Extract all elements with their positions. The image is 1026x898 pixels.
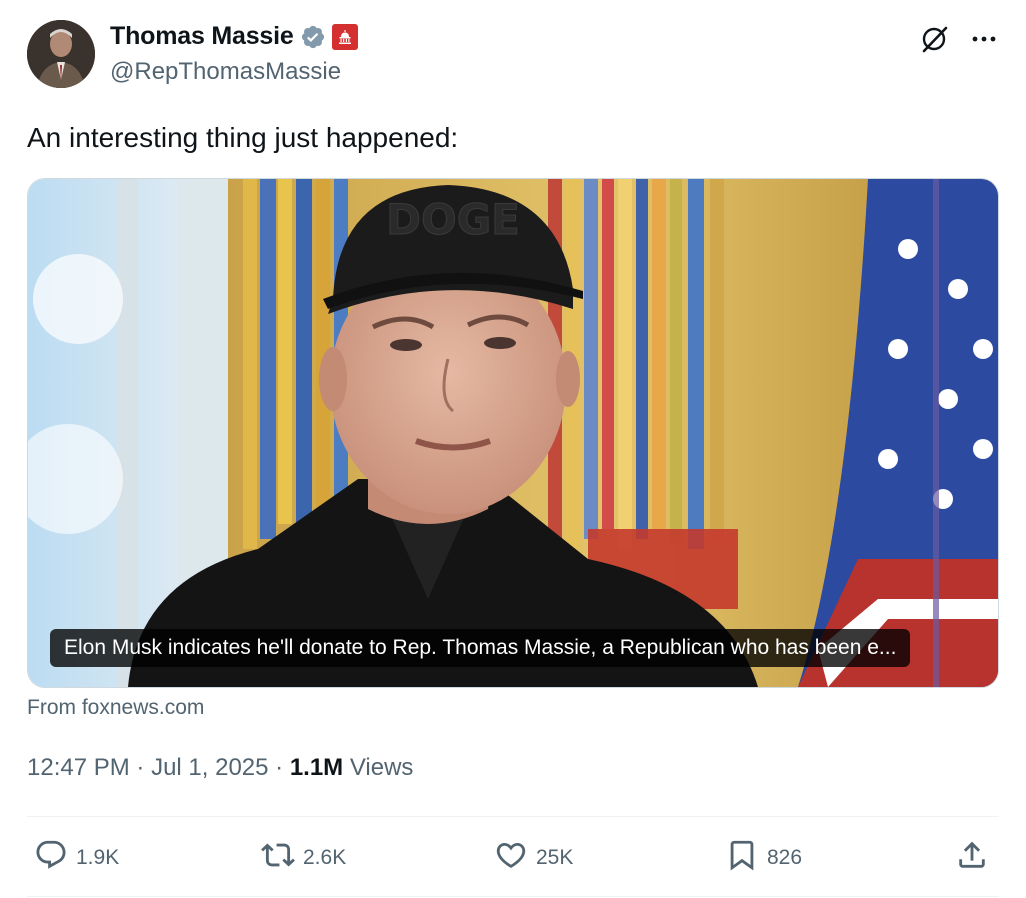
like-count: 25K — [536, 846, 574, 869]
meta-separator: · — [129, 754, 152, 781]
tweet-header: Thomas Massie @RepThomasMassie — [27, 20, 999, 92]
reply-count: 1.9K — [76, 846, 120, 869]
author-name[interactable]: Thomas Massie — [110, 22, 294, 51]
tweet-time[interactable]: 12:47 PM — [27, 754, 130, 781]
capitol-icon[interactable] — [331, 23, 358, 50]
heart-icon — [494, 838, 528, 878]
divider — [27, 896, 999, 897]
bookmark-count: 826 — [767, 846, 803, 869]
action-bar: 1.9K 2.6K 25K 826 — [27, 836, 999, 880]
like-button[interactable]: 25K — [494, 836, 573, 880]
verified-badge-icon[interactable] — [300, 24, 326, 50]
views-count[interactable]: 1.1M — [290, 754, 343, 781]
link-card[interactable]: DOGE Elon Musk indicates he'll donate to… — [27, 178, 999, 688]
author-handle[interactable]: @RepThomasMassie — [110, 58, 341, 86]
share-icon — [955, 838, 989, 878]
views-label: Views — [343, 754, 414, 781]
card-source[interactable]: From foxnews.com — [27, 696, 204, 720]
reply-icon — [34, 838, 68, 878]
name-row: Thomas Massie — [110, 22, 358, 51]
card-caption: Elon Musk indicates he'll donate to Rep.… — [50, 629, 911, 667]
tweet-date[interactable]: Jul 1, 2025 — [151, 754, 268, 781]
tweet-meta: 12:47 PM · Jul 1, 2025 · 1.1M Views — [27, 754, 413, 782]
repost-button[interactable]: 2.6K — [261, 836, 346, 880]
more-icon[interactable] — [969, 24, 999, 54]
bookmark-icon — [725, 838, 759, 878]
repost-icon — [261, 838, 295, 878]
meta-separator: · — [268, 754, 290, 781]
repost-count: 2.6K — [303, 846, 347, 869]
card-image: DOGE — [28, 179, 998, 687]
reply-button[interactable]: 1.9K — [34, 836, 119, 880]
avatar[interactable] — [27, 20, 95, 88]
share-button[interactable] — [955, 836, 989, 880]
bookmark-button[interactable]: 826 — [725, 836, 802, 880]
divider — [27, 816, 999, 817]
grok-icon[interactable] — [919, 24, 949, 54]
cap-logo: DOGE — [386, 195, 520, 244]
tweet-text: An interesting thing just happened: — [27, 122, 459, 153]
